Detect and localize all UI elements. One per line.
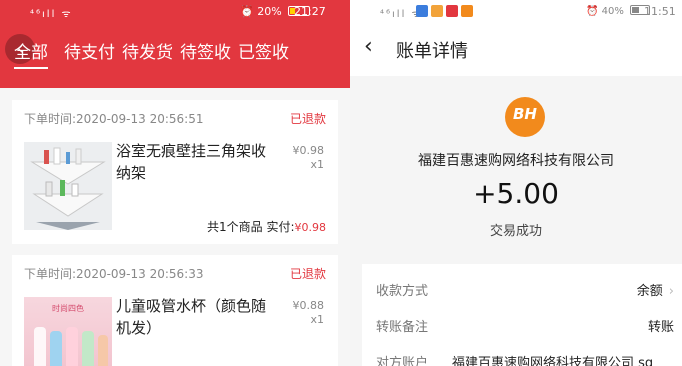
app-notification-icon bbox=[461, 5, 473, 17]
water-cup-image bbox=[34, 327, 108, 366]
corner-shelf-image bbox=[24, 142, 112, 230]
order-list-header: ⁴⁶ıll ᯤ ⏰ 20% 21:27 ‹ 全部 待支付 待发货 待签收 已签收 bbox=[0, 0, 350, 88]
page-title: 账单详情 bbox=[396, 41, 468, 62]
status-time: 21:27 bbox=[294, 5, 326, 18]
tab-pending-payment[interactable]: 待支付 bbox=[64, 38, 115, 63]
product-quantity: x1 bbox=[310, 158, 324, 171]
bill-detail-pane: ⁴⁶ıll ᯤ ⏰ 40% 11:51 ‹ 账单详情 BH 福建百惠速购网络科技… bbox=[350, 0, 682, 366]
tab-received[interactable]: 已签收 bbox=[238, 38, 289, 63]
signal-icon: ⁴⁶ıll ᯤ bbox=[30, 9, 73, 20]
nav-bar: ‹ 账单详情 bbox=[350, 24, 682, 76]
order-time: 下单时间:2020-09-13 20:56:51 bbox=[24, 112, 204, 126]
tab-all[interactable]: 全部 bbox=[14, 38, 48, 69]
app-notification-icon bbox=[416, 5, 428, 17]
status-bar: ⁴⁶ıll ᯤ ⏰ 20% 21:27 bbox=[0, 0, 350, 24]
product-name: 浴室无痕壁挂三角架收纳架 bbox=[116, 142, 267, 182]
merchant-logo: BH bbox=[505, 97, 545, 137]
detail-list: 收款方式 余额 › 转账备注 转账 对方账户 福建百惠速购网络科技有限公司 sg bbox=[362, 264, 682, 366]
transaction-status: 交易成功 bbox=[489, 224, 542, 239]
detail-row-counterparty: 对方账户 福建百惠速购网络科技有限公司 sg bbox=[376, 356, 654, 366]
order-total: ¥0.98 bbox=[294, 221, 327, 234]
order-summary: 共1个商品 实付:¥0.98 bbox=[207, 220, 327, 234]
notification-icons bbox=[416, 5, 476, 17]
battery-status: ⏰ 40% bbox=[586, 5, 651, 17]
order-list-pane: ⁴⁶ıll ᯤ ⏰ 20% 21:27 ‹ 全部 待支付 待发货 待签收 已签收… bbox=[0, 0, 350, 366]
product-price: ¥0.98 bbox=[292, 144, 325, 157]
order-card[interactable]: 下单时间:2020-09-13 20:56:33 已退款 时尚四色 儿童吸管水杯… bbox=[12, 255, 338, 366]
tab-pending-shipment[interactable]: 待发货 bbox=[122, 38, 173, 63]
transaction-summary: BH 福建百惠速购网络科技有限公司 +5.00 交易成功 bbox=[350, 76, 682, 256]
order-time: 下单时间:2020-09-13 20:56:33 bbox=[24, 267, 204, 281]
product-price: ¥0.88 bbox=[292, 299, 325, 312]
product-name: 儿童吸管水杯（颜色随机发） bbox=[116, 297, 267, 337]
alarm-icon: ⏰ bbox=[240, 5, 254, 18]
detail-row-payment-method[interactable]: 收款方式 余额 › bbox=[362, 270, 682, 306]
order-status: 已退款 bbox=[289, 112, 326, 126]
split-screenshot: ⁴⁶ıll ᯤ ⏰ 20% 21:27 ‹ 全部 待支付 待发货 待签收 已签收… bbox=[0, 0, 682, 366]
detail-row-transfer-note: 转账备注 转账 bbox=[376, 320, 674, 335]
status-time: 11:51 bbox=[644, 5, 676, 18]
status-bar: ⁴⁶ıll ᯤ ⏰ 40% 11:51 bbox=[350, 0, 682, 24]
back-icon[interactable]: ‹ bbox=[364, 34, 373, 59]
tab-pending-receipt[interactable]: 待签收 bbox=[180, 38, 231, 63]
transaction-amount: +5.00 bbox=[473, 177, 559, 210]
product-quantity: x1 bbox=[310, 313, 324, 326]
alarm-icon: ⏰ bbox=[586, 6, 599, 17]
merchant-name: 福建百惠速购网络科技有限公司 bbox=[418, 153, 614, 169]
product-image bbox=[24, 142, 112, 230]
chevron-right-icon: › bbox=[668, 284, 674, 299]
order-tabs: 全部 待支付 待发货 待签收 已签收 bbox=[0, 38, 350, 69]
order-card[interactable]: 下单时间:2020-09-13 20:56:51 已退款 浴室无痕壁挂三角架收纳… bbox=[12, 100, 338, 244]
app-notification-icon bbox=[446, 5, 458, 17]
app-notification-icon bbox=[431, 5, 443, 17]
product-image: 时尚四色 bbox=[24, 297, 112, 366]
order-status: 已退款 bbox=[289, 267, 326, 281]
